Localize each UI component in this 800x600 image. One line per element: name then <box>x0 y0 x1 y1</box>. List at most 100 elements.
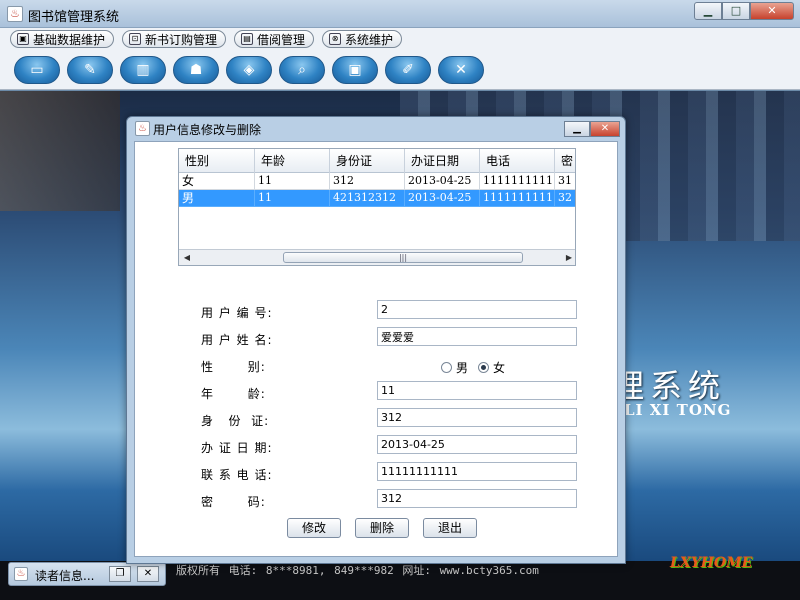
cell-date: 2013-04-25 <box>405 173 480 190</box>
box-icon: ▣ <box>17 33 29 45</box>
cell-gender: 男 <box>179 190 255 207</box>
toolbar: ▭ ✎ ▥ ☗ ◈ ⌕ ▣ ✐ ✕ <box>0 50 800 90</box>
toolbar-edit-button[interactable]: ✐ <box>385 55 431 84</box>
toolbar-books-button[interactable]: ◈ <box>226 55 272 84</box>
cell-phone: 11111111111 <box>480 173 555 190</box>
cell-age: 11 <box>255 190 330 207</box>
magnifier-icon: ⌕ <box>298 61 306 78</box>
menu-new-book-order[interactable]: ⊡ 新书订购管理 <box>122 30 227 48</box>
column-header-age[interactable]: 年龄 <box>255 149 330 173</box>
gender-radio-group: 男 女 <box>441 359 505 376</box>
exit-button[interactable]: 退出 <box>423 518 477 538</box>
toolbar-exit-button[interactable]: ✕ <box>438 55 484 84</box>
cell-password: 31 <box>555 173 575 190</box>
user-no-input[interactable] <box>377 300 577 319</box>
scroll-right-arrow-icon[interactable]: ▶ <box>563 252 575 264</box>
menu-label: 基础数据维护 <box>33 32 106 47</box>
menu-system[interactable]: ⊗ 系统维护 <box>322 30 403 48</box>
column-header-phone[interactable]: 电话 <box>480 149 555 173</box>
toolbar-pen-button[interactable]: ✎ <box>67 55 113 84</box>
id-label: 身 份 证: <box>201 414 270 428</box>
phone-input[interactable] <box>377 462 577 481</box>
cell-gender: 女 <box>179 173 255 190</box>
java-app-icon: ♨ <box>135 121 150 136</box>
user-edit-dialog: ♨ 用户信息修改与删除 ▁ ✕ 性别 年龄 身份证 办证日期 电话 密 女 11… <box>126 116 626 564</box>
password-input[interactable] <box>377 489 577 508</box>
cell-id: 312 <box>330 173 405 190</box>
age-label: 年 龄: <box>201 387 266 401</box>
user-no-label: 用 户 编 号: <box>201 306 273 320</box>
bookshelf-left <box>0 91 120 211</box>
monitor-icon: ▣ <box>348 61 362 78</box>
modify-button[interactable]: 修改 <box>287 518 341 538</box>
scroll-thumb[interactable]: ||| <box>283 252 523 263</box>
toolbar-search-button[interactable]: ⌕ <box>279 55 325 84</box>
scroll-left-arrow-icon[interactable]: ◀ <box>181 252 193 264</box>
main-titlebar: ♨ 图书馆管理系统 ▁ □ ✕ <box>0 0 800 28</box>
restore-button[interactable]: ❐ <box>109 566 131 582</box>
java-app-icon: ♨ <box>7 6 23 22</box>
books-icon: ◈ <box>243 61 255 78</box>
cell-age: 11 <box>255 173 330 190</box>
menu-label: 系统维护 <box>345 32 394 47</box>
book-icon: ▭ <box>30 61 44 78</box>
dialog-titlebar: ♨ 用户信息修改与删除 ▁ ✕ <box>127 117 625 141</box>
dialog-close-button[interactable]: ✕ <box>590 121 620 137</box>
user-table: 性别 年龄 身份证 办证日期 电话 密 女 11 312 2013-04-25 … <box>178 148 576 266</box>
close-button[interactable]: ✕ <box>750 2 794 20</box>
gender-male-label: 男 <box>456 361 469 375</box>
lock-icon: ▤ <box>241 33 254 45</box>
age-input[interactable] <box>377 381 577 400</box>
cell-phone: 11111111111 <box>480 190 555 207</box>
cart-icon: ⊡ <box>129 33 142 45</box>
column-header-date[interactable]: 办证日期 <box>405 149 480 173</box>
gender-female-label: 女 <box>493 361 506 375</box>
cell-password: 32 <box>555 190 575 207</box>
toolbar-folder-button[interactable]: ▥ <box>120 55 166 84</box>
date-input[interactable] <box>377 435 577 454</box>
table-row-selected[interactable]: 男 11 421312312 2013-04-25 11111111111 32 <box>179 190 575 207</box>
toolbar-monitor-button[interactable]: ▣ <box>332 55 378 84</box>
table-horizontal-scrollbar[interactable]: ◀ ||| ▶ <box>179 249 575 265</box>
minimize-button[interactable]: ▁ <box>694 2 722 20</box>
user-name-input[interactable] <box>377 327 577 346</box>
date-label: 办 证 日 期: <box>201 441 273 455</box>
window-title: 图书馆管理系统 <box>28 10 120 25</box>
gender-female-radio[interactable]: 女 <box>478 359 505 376</box>
toolbar-book-button[interactable]: ▭ <box>14 55 60 84</box>
column-header-gender[interactable]: 性别 <box>179 149 255 173</box>
exit-icon: ✕ <box>455 61 467 78</box>
pen-icon: ✎ <box>84 61 96 78</box>
radio-circle-icon <box>441 362 452 373</box>
gender-male-radio[interactable]: 男 <box>441 359 468 376</box>
phone-label: 联 系 电 话: <box>201 468 273 482</box>
radio-circle-checked-icon <box>478 362 490 373</box>
menu-bar: ▣ 基础数据维护 ⊡ 新书订购管理 ▤ 借阅管理 ⊗ 系统维护 <box>0 28 800 50</box>
maximize-button[interactable]: □ <box>722 2 750 20</box>
menu-label: 借阅管理 <box>257 32 306 47</box>
company-logo: LXYHOME <box>670 555 753 571</box>
brand-title-en: LI XI TONG <box>624 401 732 419</box>
id-input[interactable] <box>377 408 577 427</box>
column-header-id[interactable]: 身份证 <box>330 149 405 173</box>
menu-label: 新书订购管理 <box>145 32 218 47</box>
toolbar-person-button[interactable]: ☗ <box>173 55 219 84</box>
minimized-reader-window[interactable]: ♨ 读者信息... ❐ ✕ <box>8 562 166 586</box>
table-row[interactable]: 女 11 312 2013-04-25 11111111111 31 <box>179 173 575 190</box>
password-label: 密 码: <box>201 495 266 509</box>
dialog-controls: ▁ ✕ <box>564 121 620 137</box>
dialog-minimize-button[interactable]: ▁ <box>564 121 590 137</box>
link-icon: ⊗ <box>329 33 342 45</box>
dialog-content: 性别 年龄 身份证 办证日期 电话 密 女 11 312 2013-04-25 … <box>134 141 618 557</box>
window-controls: ▁ □ ✕ <box>694 2 794 20</box>
minimized-window-title: 读者信息... <box>35 569 95 583</box>
column-header-password[interactable]: 密 <box>555 149 575 173</box>
cell-id: 421312312 <box>330 190 405 207</box>
menu-basic-data[interactable]: ▣ 基础数据维护 <box>10 30 115 48</box>
cell-date: 2013-04-25 <box>405 190 480 207</box>
delete-button[interactable]: 删除 <box>355 518 409 538</box>
minimized-close-button[interactable]: ✕ <box>137 566 159 582</box>
footer-copyright: 版权所有 电话: 8***8981, 849***982 网址: www.bct… <box>176 564 539 577</box>
person-icon: ☗ <box>189 61 203 78</box>
menu-borrow[interactable]: ▤ 借阅管理 <box>234 30 315 48</box>
